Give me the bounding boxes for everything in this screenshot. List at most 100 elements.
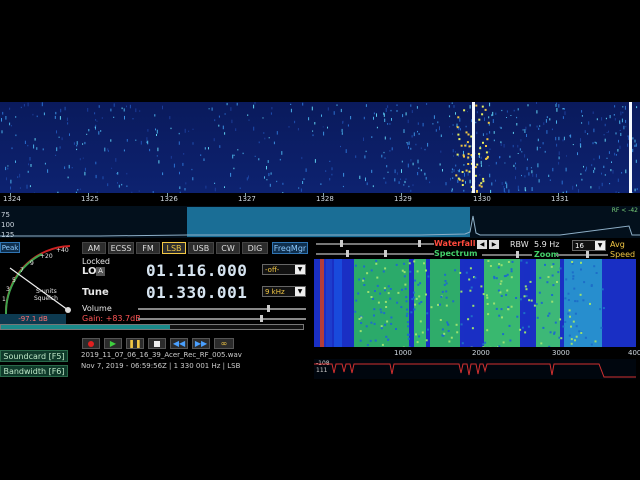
slider-handle[interactable] bbox=[384, 250, 387, 257]
freq-tick-label: 1329 bbox=[394, 195, 412, 203]
zoom-left-slider[interactable] bbox=[482, 251, 532, 258]
s-meter-scale-label: 1 bbox=[2, 296, 6, 303]
avg-select[interactable]: 16 ▼ bbox=[572, 240, 606, 251]
freq-tick-label: 1330 bbox=[473, 195, 491, 203]
control-panel: Peak +40 +20 9 7 5 3 1 S-units Squelch -… bbox=[0, 238, 312, 380]
freq-tick-label: 1328 bbox=[316, 195, 334, 203]
s-meter-scale-label: +20 bbox=[40, 253, 53, 260]
audio-frequency-axis: 1000 2000 3000 400 bbox=[314, 349, 640, 359]
gain-slider-handle[interactable] bbox=[260, 315, 264, 322]
mode-ecss-button[interactable]: ECSS bbox=[108, 242, 134, 254]
slider-handle[interactable] bbox=[340, 240, 343, 247]
audio-spectrum-trace bbox=[314, 363, 636, 378]
volume-slider[interactable] bbox=[138, 305, 306, 312]
rbw-value: 5.9 Hz bbox=[534, 240, 560, 249]
chevron-down-icon: ▼ bbox=[295, 265, 305, 274]
squelch-label: Squelch bbox=[34, 295, 58, 302]
play-icon: ▶ bbox=[109, 339, 117, 348]
mode-dig-button[interactable]: DIG bbox=[242, 242, 268, 254]
slider-handle[interactable] bbox=[346, 250, 349, 257]
record-button[interactable] bbox=[82, 338, 100, 349]
freq-tick-label: 1326 bbox=[160, 195, 178, 203]
bandwidth-button[interactable]: Bandwidth [F6] bbox=[0, 365, 68, 377]
freq-tick-label: 1325 bbox=[81, 195, 99, 203]
avg-label: Avg bbox=[610, 240, 625, 249]
spectrum-trace bbox=[0, 215, 640, 237]
signal-level-readout: -97.1 dB bbox=[0, 314, 66, 324]
avg-value: 16 bbox=[575, 242, 584, 250]
lo-offset-value: -off- bbox=[265, 266, 280, 274]
freq-tick-label: 1327 bbox=[238, 195, 256, 203]
freqmgr-button[interactable]: FreqMgr bbox=[272, 242, 308, 254]
locked-label: Locked bbox=[82, 257, 110, 266]
fast-forward-icon: ▶▶ bbox=[194, 339, 208, 348]
waterfall-brightness-slider[interactable] bbox=[374, 240, 434, 247]
lo-label: LO bbox=[82, 266, 97, 277]
tune-label: Tune bbox=[82, 287, 109, 298]
audio-level-bar bbox=[0, 324, 304, 330]
audio-tick-label: 3000 bbox=[552, 349, 570, 357]
slider-handle[interactable] bbox=[586, 251, 589, 258]
chevron-left-icon[interactable]: ◀ bbox=[477, 240, 487, 249]
rbw-label: RBW bbox=[510, 240, 529, 249]
s-meter: Peak +40 +20 9 7 5 3 1 S-units Squelch -… bbox=[0, 238, 78, 326]
mode-usb-button[interactable]: USB bbox=[188, 242, 214, 254]
freq-tick-label: 1331 bbox=[551, 195, 569, 203]
gain-slider[interactable] bbox=[138, 315, 306, 322]
recording-status: Nov 7, 2019 - 06:59:56Z | 1 330 001 Hz |… bbox=[81, 362, 241, 370]
volume-slider-handle[interactable] bbox=[266, 305, 270, 312]
s-meter-scale-label: 7 bbox=[20, 267, 24, 274]
loop-icon: ∞ bbox=[220, 339, 228, 348]
s-meter-scale-label: +40 bbox=[56, 247, 69, 254]
pause-button[interactable]: ❚❚ bbox=[126, 338, 144, 349]
s-meter-scale-label: 3 bbox=[6, 286, 10, 293]
mode-cw-button[interactable]: CW bbox=[216, 242, 240, 254]
audio-waterfall[interactable] bbox=[314, 259, 636, 347]
spectrum-label: Spectrum bbox=[434, 249, 478, 258]
pause-icon: ❚❚ bbox=[128, 339, 142, 348]
rewind-icon: ◀◀ bbox=[172, 339, 186, 348]
audio-panel: Waterfall Spectrum ◀ ▶ RBW 5.9 Hz 16 ▼ Av… bbox=[312, 238, 640, 380]
chevron-down-icon: ▼ bbox=[295, 287, 305, 296]
audio-tick-label: 400 bbox=[628, 349, 640, 357]
recording-filename: 2019_11_07_06_16_39_Acer_Rec_RF_005.wav bbox=[81, 351, 242, 359]
main-waterfall[interactable] bbox=[0, 102, 640, 193]
rf-spectrum[interactable]: 75 100 125 RF < -42 bbox=[0, 206, 640, 239]
frequency-axis[interactable]: 1324 1325 1326 1327 1328 1329 1330 1331 bbox=[0, 193, 640, 206]
speed-slider[interactable] bbox=[556, 251, 608, 258]
chevron-right-icon[interactable]: ▶ bbox=[489, 240, 499, 249]
audio-tick-label: 2000 bbox=[472, 349, 490, 357]
soundcard-button[interactable]: Soundcard [F5] bbox=[0, 350, 68, 362]
audio-spectrum: -108 111 bbox=[314, 359, 636, 379]
audio-tick-label: 1000 bbox=[394, 349, 412, 357]
spectrum-brightness-slider[interactable] bbox=[374, 250, 434, 257]
slider-handle[interactable] bbox=[418, 240, 421, 247]
s-meter-scale-label: 5 bbox=[12, 277, 16, 284]
loop-button[interactable]: ∞ bbox=[214, 338, 234, 349]
waterfall-label: Waterfall bbox=[434, 239, 476, 248]
play-button[interactable]: ▶ bbox=[104, 338, 122, 349]
lo-offset-select[interactable]: -off- ▼ bbox=[262, 264, 306, 275]
freq-tick-label: 1324 bbox=[3, 195, 21, 203]
tune-frequency-display[interactable]: 01.330.001 bbox=[146, 283, 247, 302]
stop-button[interactable] bbox=[148, 338, 166, 349]
rewind-button[interactable]: ◀◀ bbox=[170, 338, 188, 349]
bandwidth-value: 9 kHz bbox=[265, 288, 285, 296]
stop-icon bbox=[154, 341, 160, 347]
mode-lsb-button[interactable]: LSB bbox=[162, 242, 186, 254]
chevron-down-icon: ▼ bbox=[595, 241, 605, 250]
gain-label: Gain: +83.7dB bbox=[82, 314, 141, 323]
mode-am-button[interactable]: AM bbox=[82, 242, 106, 254]
s-units-label: S-units bbox=[36, 288, 57, 295]
speed-label: Speed bbox=[610, 250, 636, 259]
slider-handle[interactable] bbox=[516, 251, 519, 258]
s-meter-scale-label: 9 bbox=[30, 260, 34, 267]
lo-a-badge[interactable]: A bbox=[96, 267, 105, 276]
volume-label: Volume bbox=[82, 304, 112, 313]
lo-frequency-display[interactable]: 01.116.000 bbox=[146, 261, 247, 280]
record-icon bbox=[88, 341, 94, 347]
bandwidth-select[interactable]: 9 kHz ▼ bbox=[262, 286, 306, 297]
fast-forward-button[interactable]: ▶▶ bbox=[192, 338, 210, 349]
mode-fm-button[interactable]: FM bbox=[136, 242, 160, 254]
audio-level-fill bbox=[1, 325, 171, 329]
